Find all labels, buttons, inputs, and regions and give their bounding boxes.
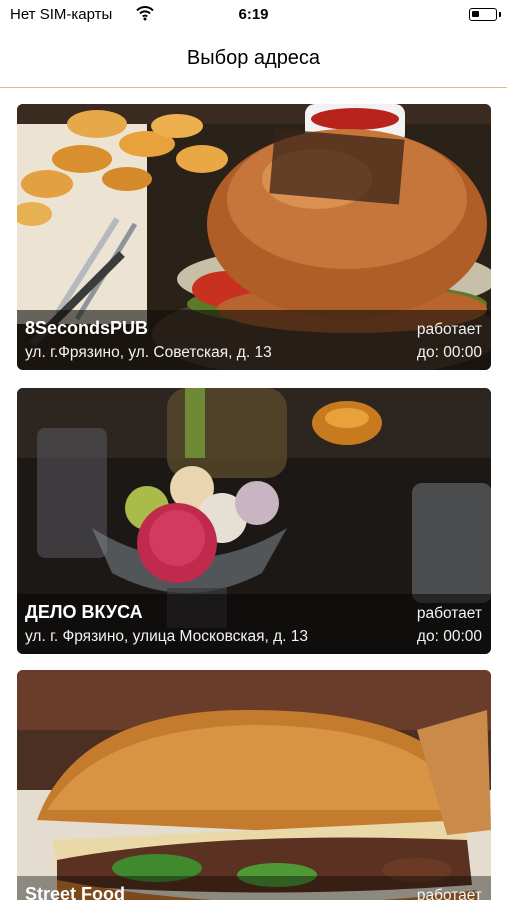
place-address: ул. г.Фрязино, ул. Советская, д. 13 [25, 344, 272, 361]
place-card-delo-vkusa[interactable]: ДЕЛО ВКУСА ул. г. Фрязино, улица Московс… [17, 388, 491, 654]
place-status: работает [416, 887, 482, 900]
place-address: ул. г. Фрязино, улица Московская, д. 13 [25, 628, 309, 645]
place-name: ДЕЛО ВКУСА [25, 602, 143, 622]
battery-icon [469, 8, 497, 21]
place-hours: до: 00:00 [416, 628, 482, 645]
page-title: Выбор адреса [186, 47, 321, 69]
place-card-street-food[interactable]: Street Food работает [17, 670, 491, 900]
place-name: 8SecondsPUB [25, 318, 149, 338]
place-status: работает [416, 605, 482, 622]
place-status: работает [416, 321, 482, 338]
battery-tip [499, 12, 501, 17]
address-list[interactable]: 8SecondsPUB ул. г.Фрязино, ул. Советская… [0, 88, 507, 900]
place-card-8secondspub[interactable]: 8SecondsPUB ул. г.Фрязино, ул. Советская… [17, 104, 491, 370]
place-name: Street Food [25, 884, 126, 900]
nav-bar: Выбор адреса [0, 30, 507, 88]
status-bar: Нет SIM-карты 6:19 [0, 0, 507, 30]
place-hours: до: 00:00 [416, 344, 482, 361]
clock: 6:19 [238, 6, 269, 23]
sandwich-photo [17, 670, 491, 900]
